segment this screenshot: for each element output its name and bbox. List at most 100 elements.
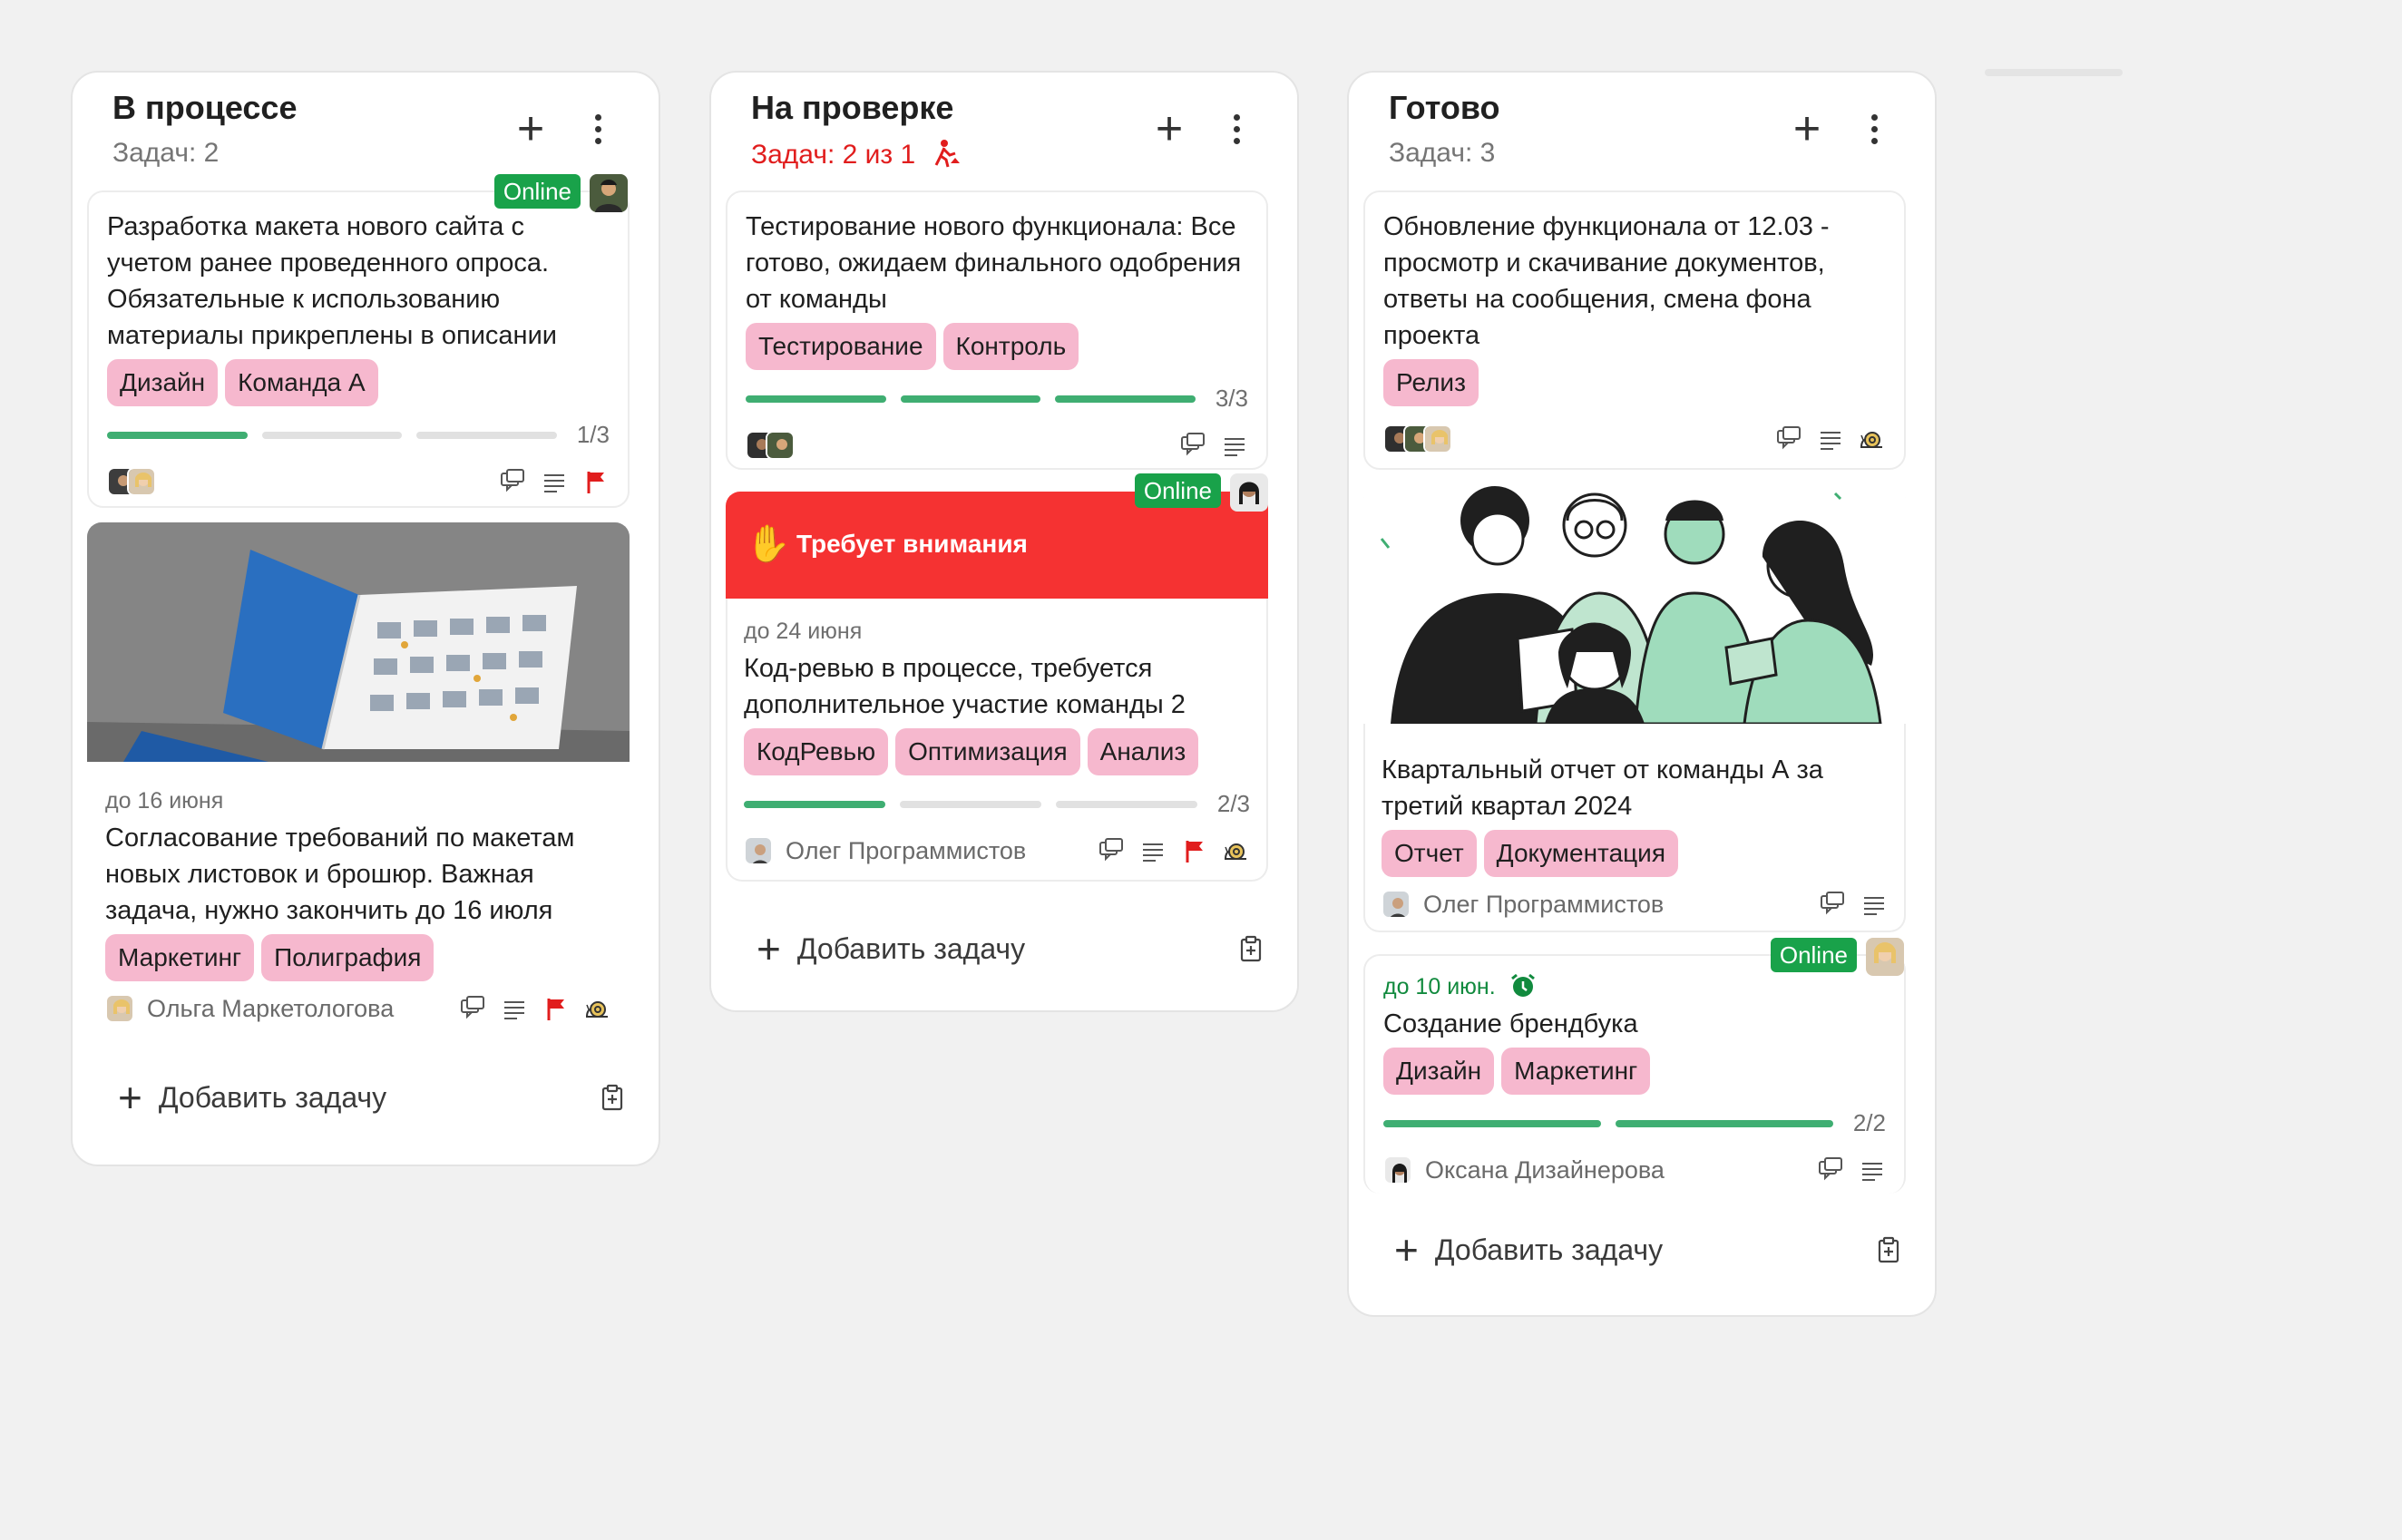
task-title: Разработка макета нового сайта с учетом … (107, 212, 557, 350)
description-icon[interactable] (1139, 837, 1167, 864)
add-task-button[interactable]: + Добавить задачу (1394, 1223, 1902, 1277)
clipboard-add-icon[interactable] (1875, 1236, 1902, 1263)
assignee-avatars[interactable] (1383, 424, 1452, 453)
tag[interactable]: Полиграфия (261, 934, 435, 981)
plus-icon: + (1394, 1226, 1419, 1273)
online-badge: Online (1134, 473, 1221, 508)
add-task-button[interactable]: + Добавить задачу (757, 921, 1264, 976)
task-title: Код-ревью в процессе, требуется дополнит… (744, 654, 1186, 719)
avatar (105, 994, 134, 1023)
assignee-name[interactable]: Олег Программистов (786, 837, 1026, 865)
avatar (1866, 938, 1904, 976)
progress-bar: 3/3 (746, 385, 1248, 413)
progress-segment (1055, 800, 1197, 808)
comments-icon[interactable] (459, 995, 486, 1022)
tag[interactable]: Тестирование (746, 323, 936, 370)
flag-icon[interactable] (542, 995, 570, 1022)
due-date: до 24 июня (744, 619, 863, 644)
task-card[interactable]: Обновление функционала от 12.03 - просмо… (1363, 190, 1906, 470)
snail-icon[interactable] (1859, 425, 1886, 453)
description-icon[interactable] (501, 995, 528, 1022)
comments-icon[interactable] (1179, 432, 1206, 459)
avatar (127, 467, 156, 496)
comments-icon[interactable] (1775, 425, 1802, 453)
tag[interactable]: Маркетинг (105, 934, 255, 981)
tag[interactable]: Дизайн (107, 359, 219, 406)
tag[interactable]: Документация (1483, 830, 1678, 877)
task-card[interactable]: Online Разработка макета нового сайта с … (87, 174, 630, 508)
clipboard-add-icon[interactable] (1237, 935, 1264, 962)
avatar (1382, 890, 1411, 919)
progress-segment (746, 395, 886, 403)
task-title: Создание брендбука (1383, 1009, 1638, 1038)
description-icon[interactable] (1817, 425, 1844, 453)
avatar (1383, 1155, 1412, 1184)
card-cover-image (87, 522, 630, 766)
due-date: до 10 июн. (1383, 972, 1886, 1000)
plus-icon: + (118, 1074, 142, 1121)
tag[interactable]: КодРевью (744, 728, 889, 775)
progress-label: 3/3 (1215, 385, 1248, 412)
column-in-progress: В процессе Задач: 2 + Online Разработка … (71, 71, 660, 1166)
column-menu-button[interactable] (584, 109, 611, 151)
add-task-label: Добавить задачу (158, 1080, 387, 1114)
column-menu-button[interactable] (1223, 109, 1250, 151)
add-task-label: Добавить задачу (796, 931, 1026, 965)
progress-bar: 2/2 (1383, 1109, 1886, 1137)
tag[interactable]: Оптимизация (895, 728, 1080, 775)
task-card[interactable]: Тестирование нового функционала: Все гот… (726, 190, 1268, 470)
task-card[interactable]: Квартальный отчет от команды А за третий… (1363, 484, 1906, 932)
assignee-avatars[interactable] (746, 431, 795, 460)
comments-icon[interactable] (499, 468, 526, 495)
add-task-plus-button[interactable]: + (1786, 105, 1828, 152)
add-task-plus-button[interactable]: + (1148, 105, 1190, 152)
comments-icon[interactable] (1819, 891, 1846, 918)
snail-icon[interactable] (1223, 837, 1250, 864)
plus-icon: + (757, 925, 781, 972)
avatar (744, 836, 773, 865)
tag[interactable]: Релиз (1383, 359, 1479, 406)
due-date-text: до 10 июн. (1383, 974, 1496, 999)
tag[interactable]: Команда А (225, 359, 378, 406)
task-card[interactable]: до 16 июня Согласование требований по ма… (87, 522, 630, 1090)
progress-label: 2/3 (1216, 790, 1251, 817)
column-header: Готово Задач: 3 + (1349, 73, 1935, 190)
task-card[interactable]: ✋ Требует внимания Online до 24 июня Код… (726, 473, 1268, 882)
assignee-name[interactable]: Олег Программистов (1423, 891, 1664, 919)
add-task-plus-button[interactable]: + (510, 105, 552, 152)
clipboard-add-icon[interactable] (599, 1084, 626, 1111)
new-column-placeholder[interactable] (1985, 69, 2123, 76)
add-task-label: Добавить задачу (1434, 1233, 1664, 1266)
progress-bar: 1/3 (107, 421, 610, 449)
avatar (1423, 424, 1452, 453)
tag[interactable]: Контроль (942, 323, 1079, 370)
flag-icon[interactable] (1181, 837, 1208, 864)
tag[interactable]: Маркетинг (1501, 1048, 1651, 1095)
tag[interactable]: Отчет (1382, 830, 1477, 877)
task-card[interactable]: Online до 10 июн. Создание брендбука Диз… (1363, 938, 1906, 1194)
task-title: Тестирование нового функционала: Все гот… (746, 212, 1242, 314)
column-done: Готово Задач: 3 + Обновление функционала… (1347, 71, 1937, 1317)
tag[interactable]: Анализ (1087, 728, 1199, 775)
avatar (590, 174, 628, 212)
add-task-button[interactable]: + Добавить задачу (118, 1070, 626, 1125)
progress-segment (744, 800, 885, 808)
assignee-name[interactable]: Оксана Дизайнерова (1425, 1156, 1665, 1184)
comments-icon[interactable] (1098, 837, 1125, 864)
assignee-avatars[interactable] (107, 467, 156, 496)
column-menu-button[interactable] (1860, 109, 1888, 151)
flag-icon[interactable] (582, 468, 610, 495)
progress-label: 1/3 (576, 421, 610, 448)
column-review: На проверке Задач: 2 из 1 + Тестирование… (709, 71, 1299, 1012)
column-task-count: Задач: 3 (1389, 138, 1496, 168)
progress-segment (899, 800, 1041, 808)
comments-icon[interactable] (1817, 1156, 1844, 1184)
description-icon[interactable] (1221, 432, 1248, 459)
description-icon[interactable] (541, 468, 568, 495)
due-date: до 16 июня (105, 788, 224, 814)
snail-icon[interactable] (584, 995, 611, 1022)
tag[interactable]: Дизайн (1383, 1048, 1495, 1095)
description-icon[interactable] (1860, 891, 1888, 918)
description-icon[interactable] (1859, 1156, 1886, 1184)
assignee-name[interactable]: Ольга Маркетологова (147, 995, 394, 1023)
